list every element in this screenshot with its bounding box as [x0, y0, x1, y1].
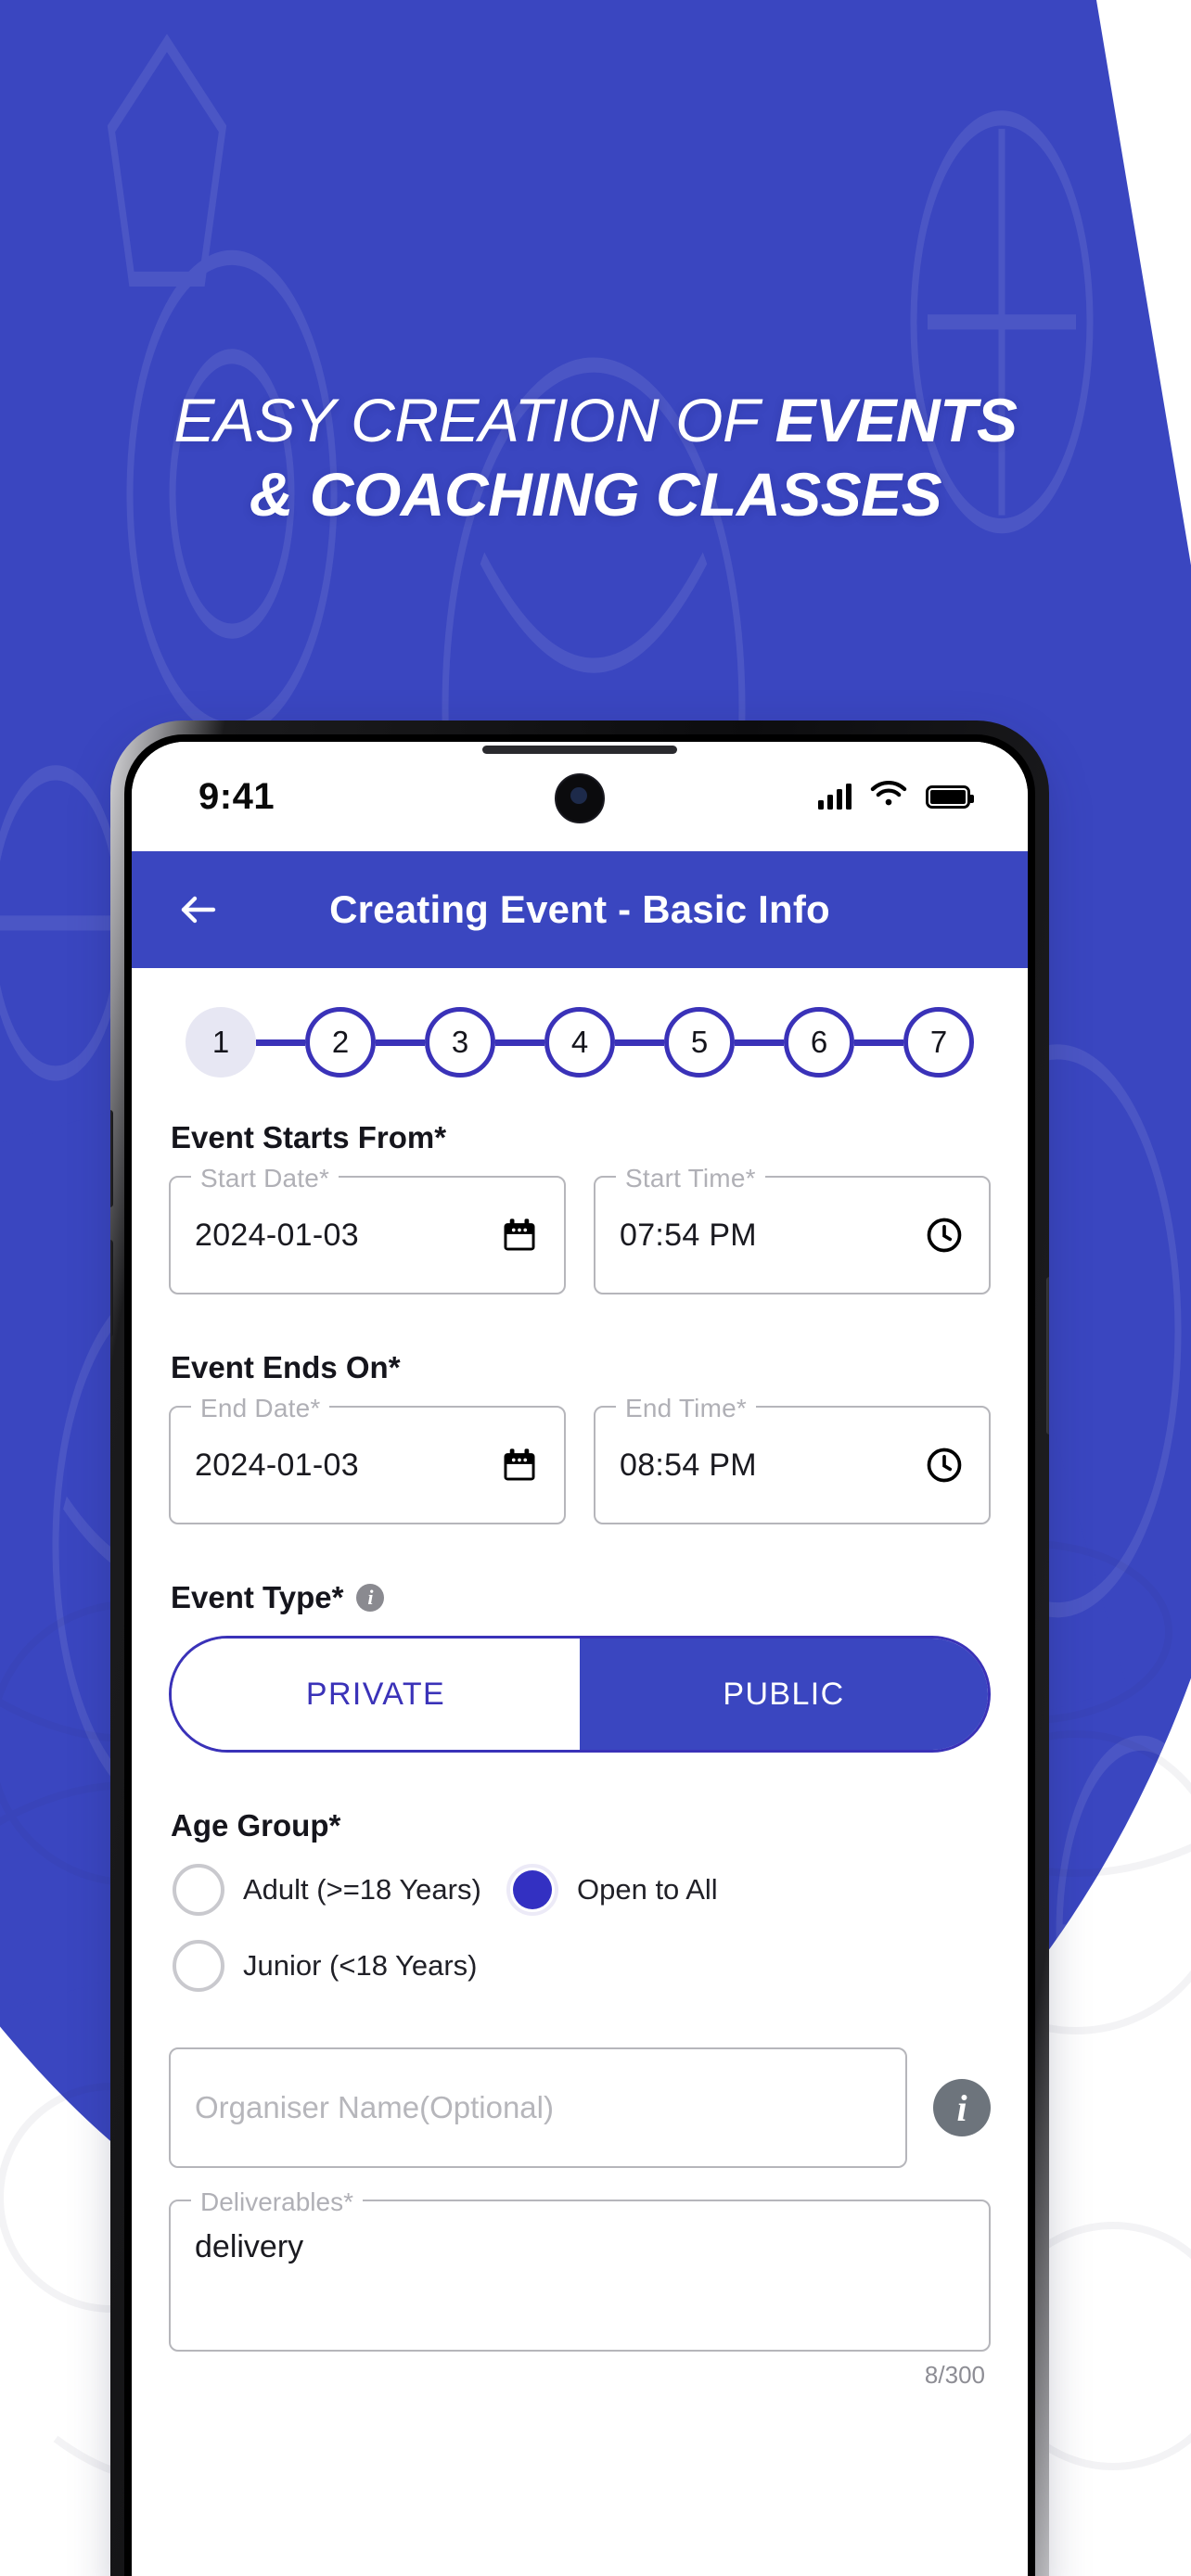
status-bar-time: 9:41 [198, 775, 275, 817]
headline-line1-bold: EVENTS [775, 386, 1018, 454]
stepper-connector [735, 1039, 784, 1046]
stepper-connector [495, 1039, 544, 1046]
stepper-step-3[interactable]: 3 [425, 1007, 495, 1078]
stepper-step-1[interactable]: 1 [186, 1007, 256, 1078]
age-group-option-junior-label: Junior (<18 Years) [243, 1949, 478, 1982]
age-group-text: Age Group* [171, 1808, 341, 1843]
battery-full-icon [926, 784, 974, 809]
start-datetime-row: Start Date* 2024-01-03 Start Time* 07:54… [169, 1164, 991, 1294]
end-time-field[interactable]: End Time* 08:54 PM [594, 1394, 991, 1524]
event-type-public-option[interactable]: PUBLIC [580, 1639, 988, 1750]
clock-icon[interactable] [924, 1445, 965, 1486]
info-icon[interactable]: i [356, 1584, 385, 1612]
info-icon[interactable]: i [933, 2079, 991, 2136]
page-title: Creating Event - Basic Info [329, 887, 830, 931]
end-time-value: 08:54 PM [620, 1447, 757, 1483]
app-bar: Creating Event - Basic Info [132, 851, 1028, 968]
promo-screenshot: EASY CREATION OF EVENTS & COACHING CLASS… [0, 0, 1191, 2576]
status-bar-icons [818, 780, 974, 814]
end-date-legend: End Date* [191, 1394, 330, 1423]
volume-down-button[interactable] [110, 1240, 113, 1337]
end-date-field[interactable]: End Date* 2024-01-03 [169, 1394, 566, 1524]
organiser-name-input[interactable]: Organiser Name(Optional) [169, 2047, 907, 2168]
event-starts-from-label: Event Starts From* [171, 1120, 991, 1155]
start-time-legend: Start Time* [616, 1164, 765, 1193]
radio-button-checked-icon[interactable] [506, 1864, 558, 1916]
front-camera-icon [555, 773, 605, 823]
cellular-signal-icon [818, 784, 852, 810]
power-button[interactable] [1046, 1277, 1049, 1435]
phone-frame: 9:41 Creating Event - Basic Info 1 2 3 4… [110, 721, 1049, 2576]
phone-bezel: 9:41 Creating Event - Basic Info 1 2 3 4… [124, 734, 1035, 2576]
event-type-private-option[interactable]: PRIVATE [172, 1639, 580, 1750]
age-group-option-adult[interactable]: Adult (>=18 Years) [173, 1864, 506, 1916]
start-time-field[interactable]: Start Time* 07:54 PM [594, 1164, 991, 1294]
age-group-option-open-to-all[interactable]: Open to All [506, 1864, 718, 1916]
event-ends-on-label: Event Ends On* [171, 1350, 991, 1385]
end-date-value: 2024-01-03 [195, 1447, 359, 1483]
age-group-label: Age Group* [171, 1808, 991, 1843]
wifi-icon [869, 780, 908, 814]
age-group-row-2: Junior (<18 Years) [173, 1940, 991, 1992]
radio-button-unchecked-icon[interactable] [173, 1864, 224, 1916]
age-group-option-open-to-all-label: Open to All [577, 1873, 718, 1906]
start-date-field[interactable]: Start Date* 2024-01-03 [169, 1164, 566, 1294]
promo-headline: EASY CREATION OF EVENTS & COACHING CLASS… [0, 389, 1191, 525]
back-arrow-icon[interactable] [169, 880, 228, 939]
event-type-segmented-control: PRIVATE PUBLIC [169, 1636, 991, 1753]
start-time-value: 07:54 PM [620, 1217, 757, 1253]
age-group-row-1: Adult (>=18 Years) Open to All [173, 1864, 991, 1916]
form-body: 1 2 3 4 5 6 7 Event Starts From* Start D… [132, 968, 1028, 2576]
start-date-value: 2024-01-03 [195, 1217, 359, 1253]
end-datetime-row: End Date* 2024-01-03 End Time* 08:54 PM [169, 1394, 991, 1524]
headline-line1-plain: EASY CREATION OF [173, 386, 775, 454]
end-time-legend: End Time* [616, 1394, 756, 1423]
organiser-name-placeholder: Organiser Name(Optional) [195, 2090, 554, 2124]
age-group-option-adult-label: Adult (>=18 Years) [243, 1873, 481, 1906]
phone-screen: 9:41 Creating Event - Basic Info 1 2 3 4… [132, 742, 1028, 2576]
stepper-step-4[interactable]: 4 [544, 1007, 615, 1078]
volume-up-button[interactable] [110, 1110, 113, 1207]
deliverables-textarea[interactable]: Deliverables* delivery [169, 2187, 991, 2352]
stepper-connector [854, 1039, 903, 1046]
stepper: 1 2 3 4 5 6 7 [169, 968, 991, 1107]
start-date-legend: Start Date* [191, 1164, 339, 1193]
stepper-connector [376, 1039, 425, 1046]
headline-line2: & COACHING CLASSES [249, 460, 942, 529]
age-group-option-junior[interactable]: Junior (<18 Years) [173, 1940, 506, 1992]
calendar-icon[interactable] [499, 1445, 540, 1486]
event-type-label: Event Type* i [171, 1580, 991, 1615]
stepper-step-6[interactable]: 6 [784, 1007, 854, 1078]
event-type-text: Event Type* [171, 1580, 344, 1614]
event-ends-on-text: Event Ends On* [171, 1350, 401, 1384]
stepper-connector [615, 1039, 664, 1046]
organiser-row: Organiser Name(Optional) i [169, 2047, 991, 2168]
stepper-connector [256, 1039, 305, 1046]
earpiece-speaker [482, 746, 677, 754]
clock-icon[interactable] [924, 1215, 965, 1256]
event-starts-from-text: Event Starts From* [171, 1120, 447, 1154]
age-group-radio-group: Adult (>=18 Years) Open to All Junior (<… [169, 1864, 991, 1992]
stepper-step-5[interactable]: 5 [664, 1007, 735, 1078]
stepper-step-2[interactable]: 2 [305, 1007, 376, 1078]
calendar-icon[interactable] [499, 1215, 540, 1256]
deliverables-legend: Deliverables* [191, 2187, 363, 2217]
deliverables-value: delivery [195, 2229, 304, 2264]
phone-mockup: 9:41 Creating Event - Basic Info 1 2 3 4… [110, 721, 1049, 2576]
radio-button-unchecked-icon[interactable] [173, 1940, 224, 1992]
stepper-step-7[interactable]: 7 [903, 1007, 974, 1078]
deliverables-character-counter: 8/300 [924, 2361, 985, 2389]
